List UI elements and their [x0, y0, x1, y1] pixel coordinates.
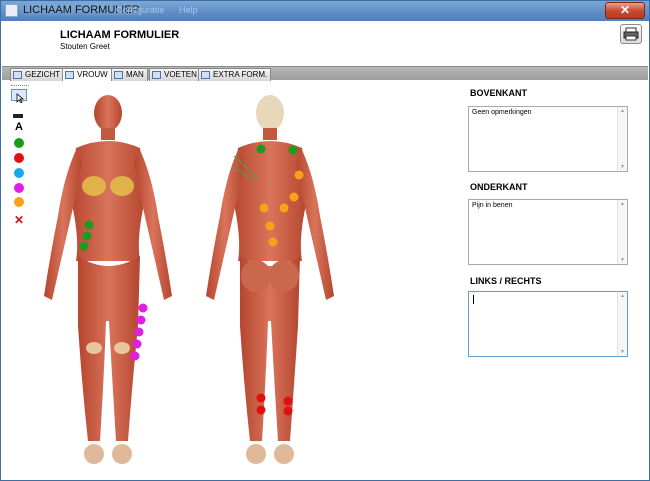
marker-red[interactable] — [256, 405, 266, 415]
tab-label: MAN — [126, 70, 144, 79]
red-color-button[interactable] — [14, 153, 24, 163]
marker-magenta[interactable] — [132, 339, 142, 349]
text-cursor — [473, 295, 474, 304]
marker-red[interactable] — [256, 393, 266, 403]
onderkant-textarea[interactable]: Pijn in benen — [468, 199, 628, 265]
image-icon — [152, 71, 161, 79]
form-header: LICHAAM FORMULIER Stouten Greet — [2, 21, 648, 66]
green-color-button[interactable] — [14, 138, 24, 148]
bovenkant-text: Geen opmerkingen — [472, 109, 532, 116]
back-figure — [206, 95, 334, 464]
select-tool[interactable] — [11, 89, 27, 104]
links-rechts-textarea[interactable] — [468, 291, 628, 357]
tab-bar: GEZICHT VROUW MAN VOETEN EXTRA FORM. — [2, 66, 648, 81]
close-button[interactable]: ✕ — [605, 2, 645, 19]
onderkant-text: Pijn in benen — [472, 202, 513, 209]
magenta-color-button[interactable] — [14, 183, 24, 193]
tab-label: VROUW — [77, 70, 108, 79]
marker-orange[interactable] — [259, 203, 269, 213]
links-rechts-heading: LINKS / RECHTS — [470, 276, 542, 286]
tab-label: GEZICHT — [25, 70, 61, 79]
body-diagram[interactable] — [36, 86, 366, 471]
app-icon — [5, 4, 18, 17]
text-tool[interactable]: A — [11, 121, 27, 133]
delete-button[interactable]: ✕ — [11, 214, 27, 226]
image-icon — [201, 71, 210, 79]
marker-orange[interactable] — [294, 170, 304, 180]
menu-item-configuratie[interactable]: Configuratie — [116, 5, 165, 15]
bovenkant-heading: BOVENKANT — [470, 88, 528, 98]
menu-item-help[interactable]: Help — [179, 5, 198, 15]
marker-green[interactable] — [84, 220, 94, 230]
onderkant-heading: ONDERKANT — [470, 182, 528, 192]
marker-green[interactable] — [79, 241, 89, 251]
orange-color-button[interactable] — [14, 197, 24, 207]
front-figure — [44, 95, 172, 464]
marker-green[interactable] — [288, 145, 298, 155]
drawing-toolbar: A ✕ — [9, 83, 33, 228]
title-bar: LICHAAM FORMULIER Configuratie Help ✕ — [1, 1, 649, 21]
bovenkant-textarea[interactable]: Geen opmerkingen — [468, 106, 628, 172]
image-icon — [65, 71, 74, 79]
line-icon — [13, 114, 23, 118]
image-icon — [13, 71, 22, 79]
pointer-icon — [16, 93, 25, 104]
patient-name: Stouten Greet — [60, 42, 110, 51]
tab-extra-form[interactable]: EXTRA FORM. — [198, 68, 272, 81]
tab-voeten[interactable]: VOETEN — [149, 68, 201, 81]
marker-magenta[interactable] — [136, 315, 146, 325]
tab-man[interactable]: MAN — [111, 68, 148, 81]
marker-orange[interactable] — [289, 192, 299, 202]
marker-magenta[interactable] — [130, 351, 140, 361]
blue-color-button[interactable] — [14, 168, 24, 178]
print-button[interactable] — [620, 24, 642, 44]
form-title: LICHAAM FORMULIER — [60, 29, 180, 41]
printer-icon — [623, 27, 639, 41]
marker-orange[interactable] — [279, 203, 289, 213]
marker-red[interactable] — [283, 396, 293, 406]
tab-label: VOETEN — [164, 70, 197, 79]
marker-orange[interactable] — [265, 221, 275, 231]
tab-gezicht[interactable]: GEZICHT — [10, 68, 65, 81]
tab-label: EXTRA FORM. — [213, 70, 268, 79]
line-tool[interactable] — [11, 108, 27, 120]
scrollbar[interactable] — [617, 107, 627, 171]
marker-magenta[interactable] — [138, 303, 148, 313]
scrollbar[interactable] — [617, 200, 627, 264]
image-icon — [114, 71, 123, 79]
toolbar-grip[interactable] — [11, 85, 29, 87]
anatomy-figures — [44, 95, 334, 464]
marker-green[interactable] — [82, 231, 92, 241]
marker-orange[interactable] — [268, 237, 278, 247]
tab-vrouw[interactable]: VROUW — [62, 68, 112, 81]
app-window: LICHAAM FORMULIER Configuratie Help ✕ LI… — [0, 0, 650, 481]
marker-green[interactable] — [256, 144, 266, 154]
marker-magenta[interactable] — [134, 327, 144, 337]
scrollbar[interactable] — [617, 292, 627, 356]
marker-red[interactable] — [283, 406, 293, 416]
